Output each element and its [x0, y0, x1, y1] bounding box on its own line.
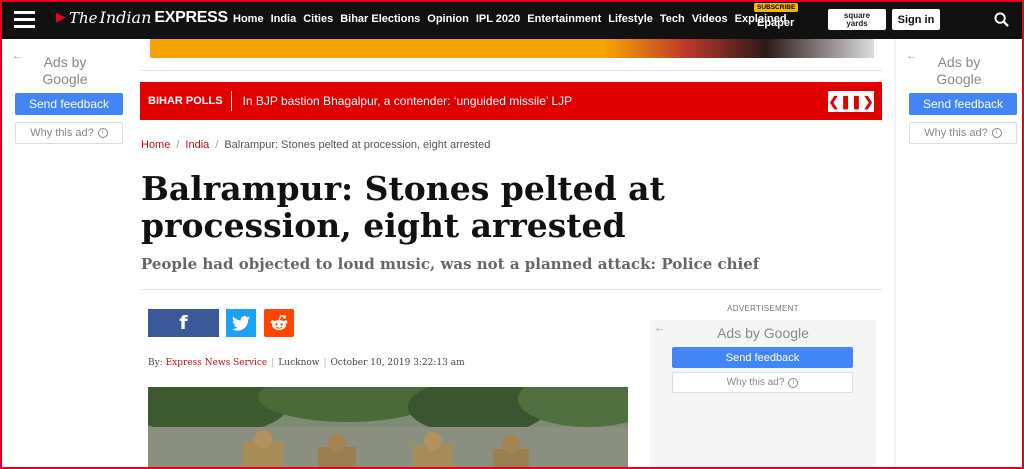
ads-by-google: Ads by Google — [896, 54, 1022, 88]
author-link[interactable]: Express News Service — [166, 358, 268, 368]
subscribe-badge[interactable]: SUBSCRIBE — [754, 3, 799, 12]
twitter-icon — [232, 315, 250, 331]
left-side-ad: ← Ads by Google Send feedback Why this a… — [2, 39, 128, 469]
article-title: Balrampur: Stones pelted at procession, … — [141, 169, 665, 245]
nav-cities[interactable]: Cities — [303, 13, 333, 25]
twitter-share-button[interactable] — [226, 309, 256, 337]
ticker-label[interactable]: BIHAR POLLS — [140, 91, 232, 111]
nav-tech[interactable]: Tech — [660, 13, 685, 25]
pause-icon[interactable]: ❚❚ — [840, 94, 862, 110]
ads-by-google-text: Ads by Google — [717, 325, 809, 341]
nav-opinion[interactable]: Opinion — [427, 13, 469, 25]
send-feedback-button[interactable]: Send feedback — [909, 93, 1017, 115]
search-icon[interactable] — [994, 12, 1009, 27]
divider — [140, 289, 882, 290]
nav-lifestyle[interactable]: Lifestyle — [608, 13, 653, 25]
article-byline: By: Express News Service | Lucknow | October… — [148, 358, 465, 368]
breadcrumb: Home / India / Balrampur: Stones pelted at p… — [141, 139, 491, 151]
send-feedback-button[interactable]: Send feedback — [15, 93, 123, 115]
ads-by-google: Ads by Google — [2, 54, 128, 88]
info-icon: i — [991, 128, 1002, 138]
why-this-ad-label: Why this ad? — [726, 377, 785, 388]
facebook-icon: f — [179, 312, 188, 334]
inline-ad: ← Ads by Google Send feedback Why this a… — [650, 320, 876, 469]
google-text: Google — [936, 71, 982, 87]
nav-home[interactable]: Home — [233, 13, 264, 25]
epaper-link[interactable]: Epaper — [757, 17, 794, 29]
advertisement-label: ADVERTISEMENT — [727, 304, 799, 313]
main-nav: Home India Cities Bihar Elections Opinio… — [233, 13, 794, 25]
hamburger-icon[interactable] — [14, 11, 35, 28]
ads-by-text: Ads by — [937, 54, 981, 70]
article-subtitle: People had objected to loud music, was n… — [141, 255, 760, 273]
banner-image — [604, 39, 874, 58]
top-banner-ad[interactable] — [150, 39, 874, 58]
breadcrumb-current: Balrampur: Stones pelted at procession, … — [224, 139, 491, 151]
prev-icon[interactable]: ❮ — [828, 94, 839, 110]
right-side-ad: ← Ads by Google Send feedback Why this a… — [896, 39, 1022, 469]
info-icon: i — [97, 128, 108, 138]
nav-entertainment[interactable]: Entertainment — [527, 13, 601, 25]
nav-ipl-2020[interactable]: IPL 2020 — [476, 13, 520, 25]
why-this-ad-button[interactable]: Why this ad? i — [672, 372, 853, 393]
site-logo[interactable]: ▶ The Indian EXPRESS — [56, 8, 228, 27]
why-this-ad-label: Why this ad? — [30, 127, 94, 139]
publish-date: October 10, 2019 3:22:13 am — [330, 358, 465, 368]
info-icon: i — [788, 377, 799, 388]
ticker-controls: ❮ ❚❚ ❯ — [828, 91, 874, 112]
nav-bihar-elections[interactable]: Bihar Elections — [340, 13, 420, 25]
facebook-share-button[interactable]: f — [148, 309, 219, 337]
flame-icon: ▶ — [56, 10, 66, 25]
news-ticker: BIHAR POLLS In BJP bastion Bhagalpur, a … — [140, 82, 882, 120]
main-content: BIHAR POLLS In BJP bastion Bhagalpur, a … — [128, 39, 894, 469]
location: Lucknow — [278, 358, 320, 368]
reddit-share-button[interactable] — [264, 309, 294, 337]
breadcrumb-home[interactable]: Home — [141, 139, 170, 151]
why-this-ad-button[interactable]: Why this ad? i — [15, 122, 123, 144]
nav-videos[interactable]: Videos — [692, 13, 728, 25]
nav-epaper[interactable]: Epaper — [757, 13, 794, 31]
sq-line2: yards — [846, 18, 868, 28]
ads-by-text: Ads by — [43, 54, 87, 70]
next-icon[interactable]: ❯ — [863, 94, 874, 110]
byline-prefix: By: — [148, 358, 163, 368]
nav-india[interactable]: India — [271, 13, 297, 25]
why-this-ad-label: Why this ad? — [924, 127, 988, 139]
sign-in-button[interactable]: Sign in — [892, 9, 940, 30]
square-yards-logo[interactable]: square yards — [828, 9, 886, 30]
why-this-ad-button[interactable]: Why this ad? i — [909, 122, 1017, 144]
top-navbar: ▶ The Indian EXPRESS Home India Cities B… — [0, 0, 1024, 39]
ticker-headline[interactable]: In BJP bastion Bhagalpur, a contender: ‘… — [232, 94, 573, 108]
divider — [140, 70, 882, 71]
google-text: Google — [42, 71, 88, 87]
send-feedback-button[interactable]: Send feedback — [672, 347, 853, 368]
reddit-icon — [270, 314, 288, 330]
breadcrumb-india[interactable]: India — [185, 139, 209, 151]
article-photo — [148, 387, 628, 469]
